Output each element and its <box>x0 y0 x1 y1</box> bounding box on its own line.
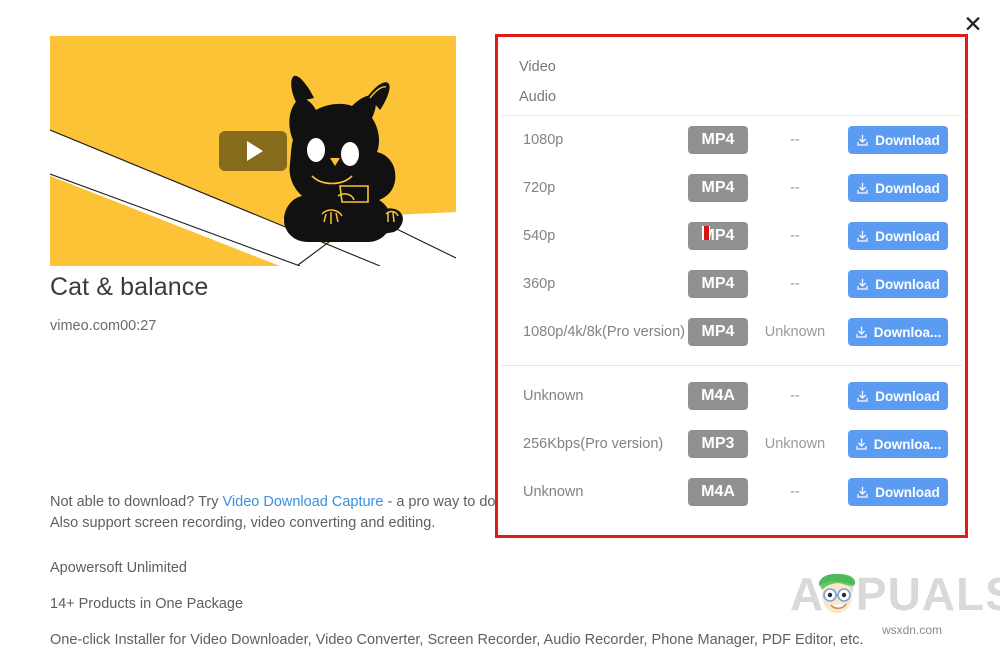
download-button-label: Download <box>875 180 940 196</box>
row-filesize: -- <box>790 276 800 292</box>
format-badge[interactable]: MP4 <box>688 174 748 202</box>
table-row: 540p MP4 -- Download <box>501 212 962 260</box>
table-row: 720p MP4 -- Download <box>501 164 962 212</box>
format-badge[interactable]: M4A <box>688 478 748 506</box>
format-badge[interactable]: MP4 <box>688 270 748 298</box>
row-quality: 540p <box>523 228 556 244</box>
download-options-panel: Video Audio 1080p MP4 -- Download 720p M… <box>495 34 968 538</box>
video-thumbnail[interactable] <box>50 36 456 266</box>
mouse-cursor <box>702 226 710 240</box>
video-title: Cat & balance <box>50 273 209 301</box>
row-filesize: -- <box>790 484 800 500</box>
watermark-site-text: wsxdn.com <box>881 623 942 637</box>
row-quality: 1080p/4k/8k(Pro version) <box>523 324 685 340</box>
download-button[interactable]: Download <box>848 478 948 506</box>
format-badge[interactable]: M4A <box>688 382 748 410</box>
promo-product-details: One-click Installer for Video Downloader… <box>50 632 864 648</box>
row-filesize: -- <box>790 388 800 404</box>
table-row: 1080p/4k/8k(Pro version) MP4 Unknown Dow… <box>501 308 962 356</box>
download-button[interactable]: Download <box>848 270 948 298</box>
table-row: Unknown M4A -- Download <box>501 468 962 516</box>
video-source-duration: vimeo.com00:27 <box>50 318 157 334</box>
download-options-inner: Video Audio 1080p MP4 -- Download 720p M… <box>501 40 962 532</box>
row-quality: 720p <box>523 180 556 196</box>
download-button[interactable]: Download <box>848 382 948 410</box>
row-filesize: Unknown <box>764 436 826 452</box>
promo-product-title: Apowersoft Unlimited <box>50 560 187 576</box>
download-icon <box>857 134 868 146</box>
video-audio-divider <box>501 365 962 366</box>
download-button[interactable]: Download <box>848 222 948 250</box>
download-button[interactable]: Download <box>848 126 948 154</box>
download-button[interactable]: Downloa... <box>848 318 948 346</box>
play-triangle-icon <box>247 141 263 161</box>
download-button[interactable]: Downloa... <box>848 430 948 458</box>
download-icon <box>857 486 868 498</box>
promo-product-list: Apowersoft Unlimited 14+ Products in One… <box>50 558 870 651</box>
download-icon <box>856 438 867 450</box>
download-button-label: Downloa... <box>873 436 942 452</box>
download-icon <box>857 390 868 402</box>
table-row: 360p MP4 -- Download <box>501 260 962 308</box>
download-button-label: Download <box>875 132 940 148</box>
row-filesize: Unknown <box>764 324 826 340</box>
format-badge[interactable]: MP4 <box>688 126 748 154</box>
row-filesize: -- <box>790 180 800 196</box>
download-button-label: Downloa... <box>873 324 942 340</box>
download-icon <box>857 278 868 290</box>
table-row: Unknown M4A -- Download <box>501 372 962 420</box>
format-badge[interactable]: MP3 <box>688 430 748 458</box>
row-quality: 1080p <box>523 132 564 148</box>
tab-audio[interactable]: Audio <box>519 82 962 112</box>
row-quality: 360p <box>523 276 556 292</box>
download-button[interactable]: Download <box>848 174 948 202</box>
download-icon <box>857 230 868 242</box>
audio-rows: Unknown M4A -- Download 256Kbps(Pro vers… <box>501 372 962 516</box>
video-download-capture-link[interactable]: Video Download Capture <box>223 494 384 510</box>
download-button-label: Download <box>875 388 940 404</box>
table-row: 1080p MP4 -- Download <box>501 116 962 164</box>
table-row: 256Kbps(Pro version) MP3 Unknown Downloa… <box>501 420 962 468</box>
download-button-label: Download <box>875 228 940 244</box>
media-type-tabs: Video Audio <box>501 40 962 112</box>
close-icon[interactable]: ✕ <box>958 9 988 39</box>
row-quality: 256Kbps(Pro version) <box>523 436 664 452</box>
row-filesize: -- <box>790 132 800 148</box>
download-icon <box>856 326 867 338</box>
tab-video[interactable]: Video <box>519 52 962 82</box>
download-button-label: Download <box>875 484 940 500</box>
play-button[interactable] <box>219 131 287 171</box>
download-button-label: Download <box>875 276 940 292</box>
row-quality: Unknown <box>523 484 584 500</box>
promo-line1-prefix: Not able to download? Try <box>50 494 223 510</box>
video-info-column: Cat & balance vimeo.com00:27 <box>50 36 456 334</box>
format-badge[interactable]: MP4 <box>688 318 748 346</box>
row-filesize: -- <box>790 228 800 244</box>
video-rows: 1080p MP4 -- Download 720p MP4 -- Downlo… <box>501 116 962 356</box>
promo-product-count: 14+ Products in One Package <box>50 596 244 612</box>
row-quality: Unknown <box>523 388 584 404</box>
download-icon <box>857 182 868 194</box>
format-badge[interactable]: MP4 <box>688 222 748 250</box>
